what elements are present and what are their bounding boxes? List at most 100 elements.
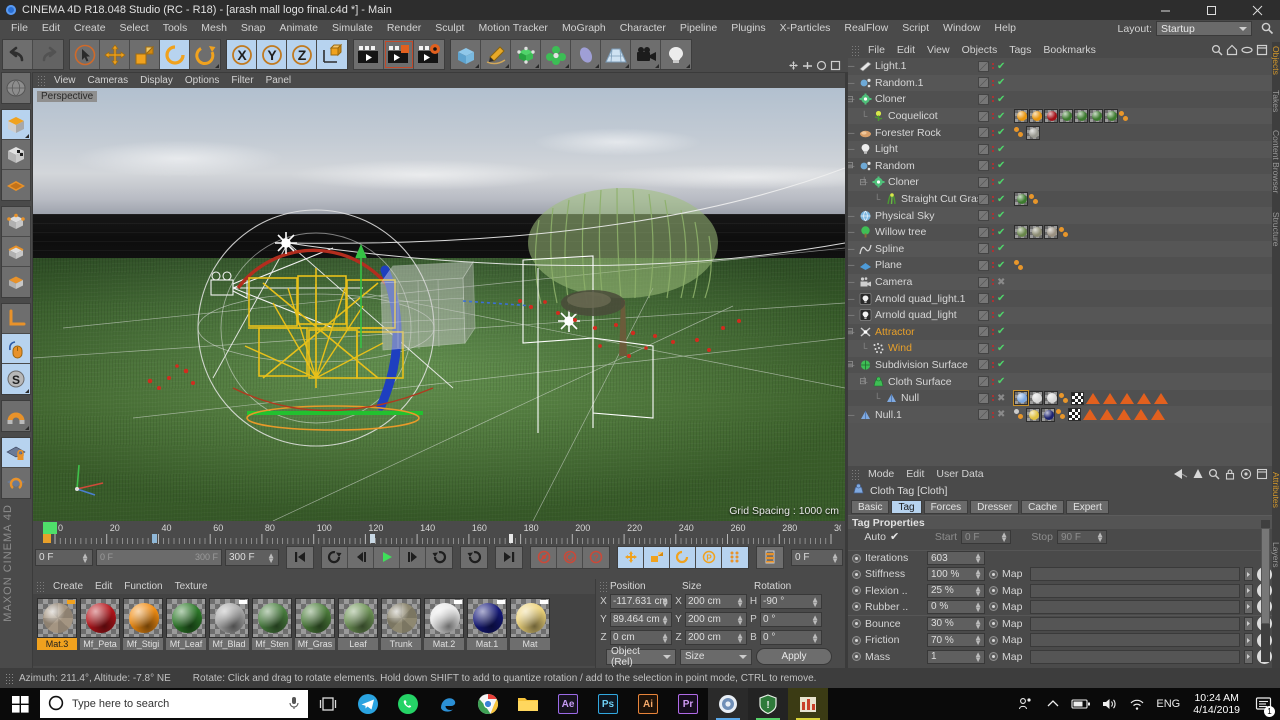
material-item[interactable]: Mf_Sten [252,598,292,662]
axis-mode-icon[interactable] [2,304,30,334]
tag-dots-icon[interactable] [1014,126,1025,139]
tag-small-icon[interactable] [1014,408,1025,421]
spinner-icon[interactable]: ▲ ▼ [661,613,669,626]
go-to-end-button[interactable] [496,546,522,568]
move-view-icon[interactable] [788,60,799,71]
model-mode-icon[interactable] [2,140,30,170]
map-dropdown-button[interactable] [1244,616,1253,631]
material-preview[interactable] [80,598,120,638]
enable-checkmark-icon[interactable]: ✔ [997,210,1005,221]
visibility-dots-icon[interactable] [992,279,994,286]
material-preview[interactable] [467,598,507,638]
menu-plugins[interactable]: Plugins [724,20,772,37]
disable-cross-icon[interactable]: ✖ [997,393,1005,404]
attribute-tab-forces[interactable]: Forces [923,500,969,514]
telegram-icon[interactable] [348,688,388,720]
object-name[interactable]: Null.1 [875,409,902,421]
enable-checkmark-icon[interactable]: ✔ [997,227,1005,238]
object-name[interactable]: Attractor [875,326,915,338]
map-dropdown-button[interactable] [1244,649,1253,664]
collision-tag-icon[interactable] [1154,392,1168,404]
menu-render[interactable]: Render [380,20,428,37]
enable-checkmark-icon[interactable]: ✔ [997,160,1005,171]
spinner-icon[interactable]: ▲ ▼ [974,552,982,565]
spinner-icon[interactable]: ▲ ▼ [974,617,982,630]
property-value-field[interactable]: 603 ▲ ▼ [927,551,985,566]
object-row[interactable]: └ Straight Cut Grass ✔ [848,190,1272,208]
layer-swatch[interactable] [978,409,989,421]
layer-swatch[interactable] [978,93,989,105]
show-hidden-icon[interactable] [1039,688,1067,720]
property-value-field[interactable]: 70 % ▲ ▼ [927,633,985,648]
attribute-tab-basic[interactable]: Basic [851,500,890,514]
tag-dots-icon[interactable] [1059,392,1070,405]
collision-tag-icon[interactable] [1120,392,1134,404]
object-row[interactable]: ─ Arnold quad_light.1 ✔ [848,290,1272,307]
enable-checkmark-icon[interactable]: ✔ [997,94,1005,105]
viewport-nav-icons[interactable] [788,60,841,71]
menu-script[interactable]: Script [895,20,936,37]
material-preview[interactable] [123,598,163,638]
tab-objects[interactable]: Objects [1271,46,1280,75]
enable-snap-icon[interactable]: S [2,364,30,394]
layer-swatch[interactable] [978,210,989,222]
map-dropdown-button[interactable] [1244,633,1253,648]
spinner-icon[interactable]: ▲ ▼ [1096,531,1104,544]
people-icon[interactable] [1011,688,1039,720]
layer-swatch[interactable] [978,259,989,271]
z-axis-icon[interactable]: Z [287,40,317,69]
timeline-ruler[interactable]: 0 20 40 60 80 100 120 140 160 180 200 220 240 260 280 3… [37,521,841,545]
collision-tag-icon[interactable] [1137,392,1151,404]
material-preview[interactable] [510,598,550,638]
rotation-field[interactable]: -90 ° ▲ ▼ [760,593,822,609]
object-row[interactable]: └ Coquelicot ✔ [848,107,1272,125]
object-name[interactable]: Wind [888,342,912,354]
position-key-button[interactable] [618,546,644,568]
collision-tag-icon[interactable] [1086,392,1100,404]
spinner-icon[interactable]: ▲ ▼ [974,600,982,613]
object-name[interactable]: Null [901,392,919,404]
light-icon[interactable] [661,40,691,69]
environment-icon[interactable] [571,40,601,69]
taskbar-clock[interactable]: 10:24 AM 4/14/2019 [1185,692,1248,716]
autokeying-button[interactable] [557,546,583,568]
map-dropdown-button[interactable] [1244,583,1253,598]
rotate-icon[interactable] [160,40,190,69]
map-radio[interactable] [989,619,998,629]
eye-icon[interactable] [1241,44,1253,59]
material-item[interactable]: Mf_Gras [295,598,335,662]
spinner-icon[interactable]: ▲ ▼ [811,595,819,608]
layer-swatch[interactable] [978,193,989,205]
stop-field[interactable]: 90 F ▲ ▼ [1057,530,1107,545]
size-field[interactable]: 200 cm ▲ ▼ [685,611,747,627]
material-item[interactable]: Trunk [381,598,421,662]
layer-swatch[interactable] [978,359,989,371]
render-settings-icon[interactable] [414,40,444,69]
map-radio[interactable] [989,652,998,662]
spinner-icon[interactable]: ▲ ▼ [661,595,669,608]
target-icon[interactable] [1240,468,1252,483]
menu-x-particles[interactable]: X-Particles [773,20,838,37]
cinema4d-icon[interactable] [708,688,748,720]
menu-snap[interactable]: Snap [234,20,273,37]
material-tag-icon[interactable] [1041,407,1055,422]
minimize-button[interactable] [1142,0,1188,20]
visibility-dots-icon[interactable] [992,96,994,103]
polygons-mode-icon[interactable] [2,267,30,297]
material-preview[interactable] [338,598,378,638]
language-indicator[interactable]: ENG [1151,688,1185,720]
panel-grip-icon[interactable] [851,468,860,480]
object-name[interactable]: Arnold quad_light.1 [875,293,966,305]
object-menu-file[interactable]: File [862,42,891,58]
visibility-dots-icon[interactable] [992,129,994,136]
object-menu-view[interactable]: View [921,42,956,58]
antivirus-icon[interactable]: ! [748,688,788,720]
enable-checkmark-icon[interactable]: ✔ [997,326,1005,337]
object-name[interactable]: Camera [875,276,912,288]
visibility-dots-icon[interactable] [992,345,994,352]
viewport-menu-view[interactable]: View [48,73,82,88]
attribute-scrollbar[interactable] [1261,520,1270,662]
spinner-icon[interactable]: ▲ ▼ [81,551,89,564]
camera-icon[interactable] [631,40,661,69]
material-tag-icon[interactable] [1074,109,1088,124]
